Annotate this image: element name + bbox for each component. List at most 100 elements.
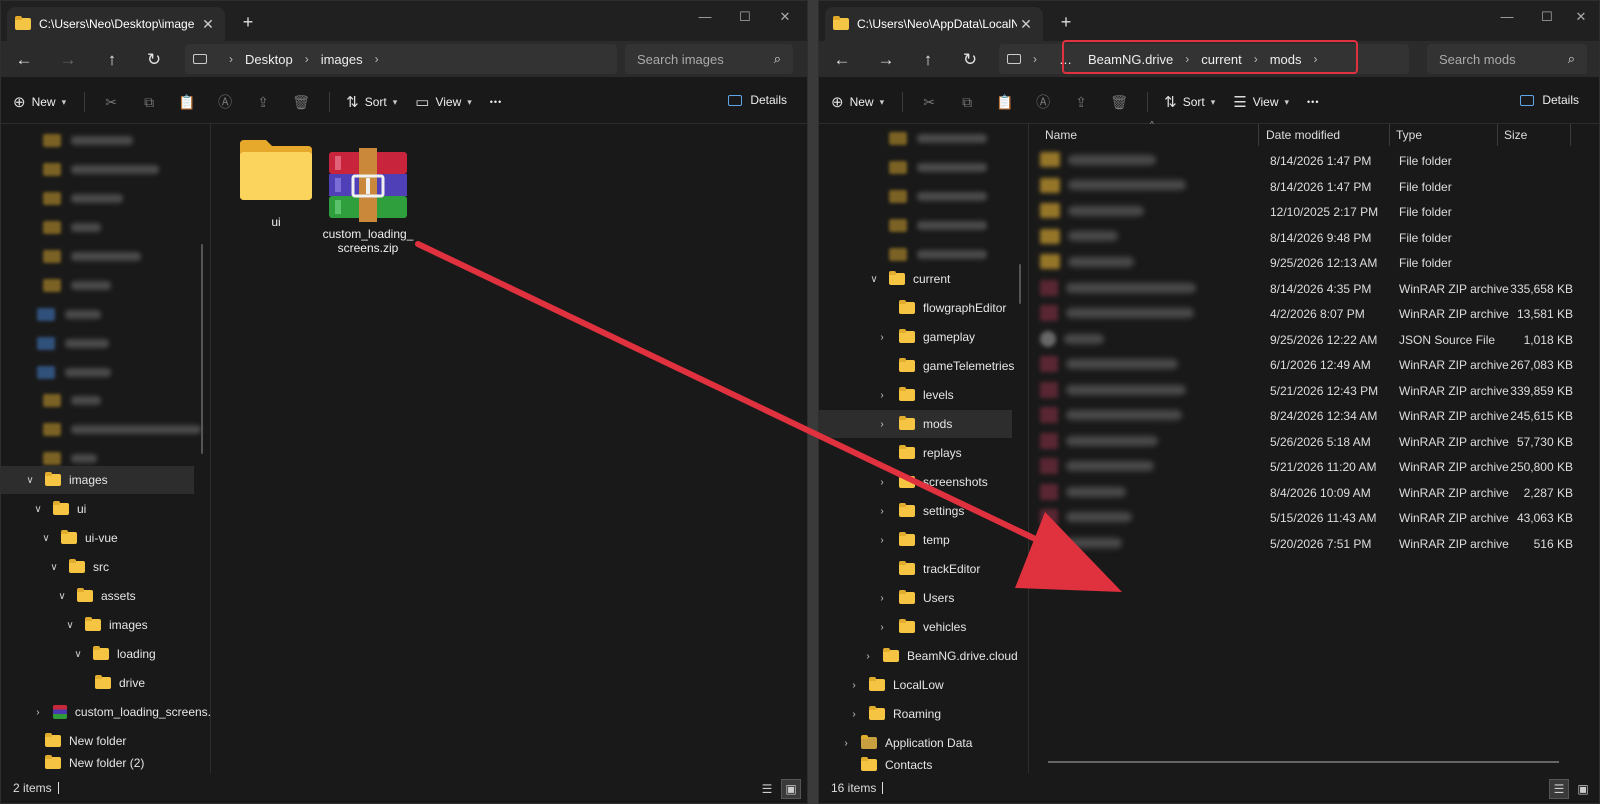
file-row[interactable]: 8/14/2026 4:35 PM WinRAR ZIP archive 335,6…	[1030, 277, 1599, 302]
tree-item-trackeditor[interactable]: trackEditor	[819, 555, 1029, 583]
share-icon[interactable]: ⇪	[1071, 94, 1091, 111]
file-row[interactable]: 8/4/2026 10:09 AM WinRAR ZIP archive 2,287…	[1030, 481, 1599, 506]
chevron-down-icon[interactable]: ∨	[23, 475, 37, 486]
more-options-button[interactable]: •••	[1307, 97, 1319, 107]
refresh-button[interactable]: ↻	[139, 47, 169, 73]
file-row[interactable]: 9/25/2026 12:22 AM JSON Source File 1,018 …	[1030, 328, 1599, 353]
rename-icon[interactable]: Ⓐ	[1033, 92, 1053, 112]
new-tab-button[interactable]: +	[1055, 11, 1077, 33]
file-row[interactable]: 6/1/2026 12:49 AM WinRAR ZIP archive 267,0…	[1030, 353, 1599, 378]
sort-button[interactable]: ⇅ Sort ▾	[1164, 93, 1215, 111]
maximize-button[interactable]: ☐	[727, 5, 763, 29]
tree-item-application-data[interactable]: › Application Data	[819, 729, 1029, 757]
close-window-button[interactable]: ✕	[1563, 5, 1599, 29]
chevron-right-icon[interactable]: ›	[875, 506, 889, 517]
view-button[interactable]: ☰ View ▾	[1233, 93, 1289, 111]
file-row[interactable]: 9/25/2026 12:13 AM File folder	[1030, 251, 1599, 276]
tree-item-settings[interactable]: › settings	[819, 497, 1029, 525]
back-button[interactable]: ←	[9, 47, 39, 73]
view-button[interactable]: ▭ View ▾	[415, 93, 472, 111]
chevron-down-icon[interactable]: ∨	[867, 274, 881, 285]
chevron-right-icon[interactable]: ›	[875, 390, 889, 401]
chevron-right-icon[interactable]: ›	[875, 535, 889, 546]
tree-item-images[interactable]: ∨ images	[1, 466, 194, 494]
delete-icon[interactable]: 🗑	[1109, 94, 1129, 111]
minimize-button[interactable]: —	[687, 5, 723, 29]
details-pane-button[interactable]: Details	[728, 93, 787, 107]
tree-item-contacts[interactable]: Contacts	[819, 754, 1029, 773]
tree-item-drive[interactable]: drive	[1, 669, 211, 697]
up-button[interactable]: ↑	[913, 47, 943, 73]
file-row[interactable]: 5/15/2026 11:43 AM WinRAR ZIP archive 43,0…	[1030, 506, 1599, 531]
tree-item-replays[interactable]: replays	[819, 439, 1029, 467]
paste-icon[interactable]: 📋	[995, 94, 1015, 111]
minimize-button[interactable]: —	[1489, 5, 1525, 29]
item-custom-loading-screens-zip[interactable]: custom_loading_ screens.zip	[321, 134, 415, 269]
breadcrumb-desktop[interactable]: Desktop	[245, 52, 293, 67]
chevron-down-icon[interactable]: ∨	[31, 504, 45, 515]
chevron-right-icon[interactable]: ›	[31, 707, 45, 718]
forward-button[interactable]: →	[871, 47, 901, 73]
column-date-modified[interactable]: Date modified	[1266, 124, 1340, 146]
large-icons-view-button[interactable]: ▣	[1573, 779, 1593, 799]
file-row[interactable]: 5/21/2026 12:43 PM WinRAR ZIP archive 339,…	[1030, 379, 1599, 404]
file-row[interactable]: 12/10/2025 2:17 PM File folder	[1030, 200, 1599, 225]
cut-icon[interactable]: ✂	[101, 94, 121, 111]
new-tab-button[interactable]: +	[237, 11, 259, 33]
share-icon[interactable]: ⇪	[253, 94, 273, 111]
close-window-button[interactable]: ✕	[767, 5, 803, 29]
tree-item-users[interactable]: › Users	[819, 584, 1029, 612]
tree-item-locallow[interactable]: › LocalLow	[819, 671, 1029, 699]
file-row[interactable]: 4/2/2026 8:07 PM WinRAR ZIP archive 13,581…	[1030, 302, 1599, 327]
copy-icon[interactable]: ⧉	[139, 94, 159, 111]
chevron-right-icon[interactable]: ›	[839, 738, 853, 749]
chevron-down-icon[interactable]: ∨	[39, 533, 53, 544]
details-view-button[interactable]: ☰	[757, 779, 777, 799]
file-row[interactable]: 5/21/2026 11:20 AM WinRAR ZIP archive 250,…	[1030, 455, 1599, 480]
file-row[interactable]: 5/20/2026 7:51 PM WinRAR ZIP archive 516 K…	[1030, 532, 1599, 557]
chevron-right-icon[interactable]: ›	[875, 622, 889, 633]
file-row[interactable]: 8/14/2026 9:48 PM File folder	[1030, 226, 1599, 251]
chevron-down-icon[interactable]: ∨	[71, 649, 85, 660]
chevron-down-icon[interactable]: ∨	[63, 620, 77, 631]
breadcrumb-images[interactable]: images	[321, 52, 363, 67]
chevron-right-icon[interactable]: ›	[875, 593, 889, 604]
copy-icon[interactable]: ⧉	[957, 94, 977, 111]
scrollbar[interactable]	[201, 244, 203, 454]
file-row[interactable]: 8/24/2026 12:34 AM WinRAR ZIP archive 245,…	[1030, 404, 1599, 429]
tree-item-current[interactable]: ∨ current	[819, 265, 1029, 293]
tree-item-flowgrapheditor[interactable]: flowgraphEditor	[819, 294, 1029, 322]
tree-item-roaming[interactable]: › Roaming	[819, 700, 1029, 728]
address-bar[interactable]: › Desktop › images ›	[185, 44, 617, 74]
search-box[interactable]: Search images ⌕	[625, 44, 793, 74]
tree-item-levels[interactable]: › levels	[819, 381, 1029, 409]
tree-item-gametelemetries[interactable]: gameTelemetries	[819, 352, 1029, 380]
delete-icon[interactable]: 🗑	[291, 94, 311, 111]
tree-item-screenshots[interactable]: › screenshots	[819, 468, 1029, 496]
item-ui-folder[interactable]: ui	[229, 134, 323, 229]
new-button[interactable]: ⊕ New ▾	[13, 93, 66, 111]
tree-item-images-sub[interactable]: ∨ images	[1, 611, 211, 639]
chevron-right-icon[interactable]: ›	[875, 332, 889, 343]
file-row[interactable]: 8/14/2026 1:47 PM File folder	[1030, 175, 1599, 200]
chevron-down-icon[interactable]: ∨	[47, 562, 61, 573]
window-tab[interactable]: C:\Users\Neo\AppData\LocalN ✕	[825, 7, 1043, 41]
chevron-right-icon[interactable]: ›	[847, 680, 861, 691]
tree-item-ui[interactable]: ∨ ui	[1, 495, 211, 523]
tree-item-temp[interactable]: › temp	[819, 526, 1029, 554]
details-view-button[interactable]: ☰	[1549, 779, 1569, 799]
new-button[interactable]: ⊕ New ▾	[831, 93, 884, 111]
chevron-right-icon[interactable]: ›	[861, 651, 875, 662]
column-name[interactable]: Name	[1045, 124, 1077, 146]
details-pane-button[interactable]: Details	[1520, 93, 1579, 107]
tree-item-vehicles[interactable]: › vehicles	[819, 613, 1029, 641]
tree-item-gameplay[interactable]: › gameplay	[819, 323, 1029, 351]
column-size[interactable]: Size	[1504, 124, 1527, 146]
chevron-right-icon[interactable]: ›	[847, 709, 861, 720]
close-tab-icon[interactable]: ✕	[1017, 16, 1035, 33]
tree-item-assets[interactable]: ∨ assets	[1, 582, 211, 610]
tree-item-new-folder[interactable]: New folder	[1, 727, 211, 755]
tree-item-mods[interactable]: › mods	[819, 410, 1012, 438]
chevron-right-icon[interactable]: ›	[875, 477, 889, 488]
window-tab[interactable]: C:\Users\Neo\Desktop\image ✕	[7, 7, 225, 41]
